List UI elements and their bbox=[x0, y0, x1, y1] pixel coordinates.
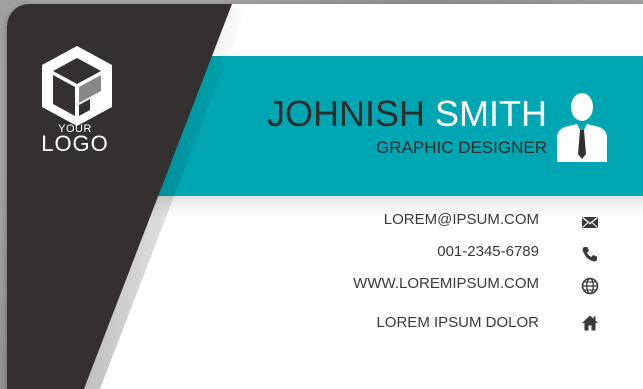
person-name: JOHNISH SMITH bbox=[237, 94, 547, 134]
person-avatar-icon bbox=[557, 93, 607, 162]
contact-email: LOREM@IPSUM.COM bbox=[383, 211, 539, 228]
first-name: JOHNISH bbox=[266, 93, 425, 134]
logo-text: LOGO bbox=[41, 131, 109, 156]
business-card: YOUR LOGO JOHNISH SMITH GRAPHIC DESIGNER… bbox=[7, 4, 643, 389]
job-title: GRAPHIC DESIGNER bbox=[376, 138, 547, 157]
contact-website: WWW.LOREMIPSUM.COM bbox=[353, 275, 539, 292]
phone-icon bbox=[582, 247, 597, 262]
logo-icon bbox=[42, 46, 112, 126]
envelope-icon bbox=[582, 216, 598, 228]
home-icon bbox=[582, 315, 598, 331]
contact-phone: 001-2345-6789 bbox=[437, 243, 539, 260]
globe-icon bbox=[581, 277, 599, 295]
contact-address: LOREM IPSUM DOLOR bbox=[376, 314, 539, 331]
last-name: SMITH bbox=[435, 93, 547, 134]
